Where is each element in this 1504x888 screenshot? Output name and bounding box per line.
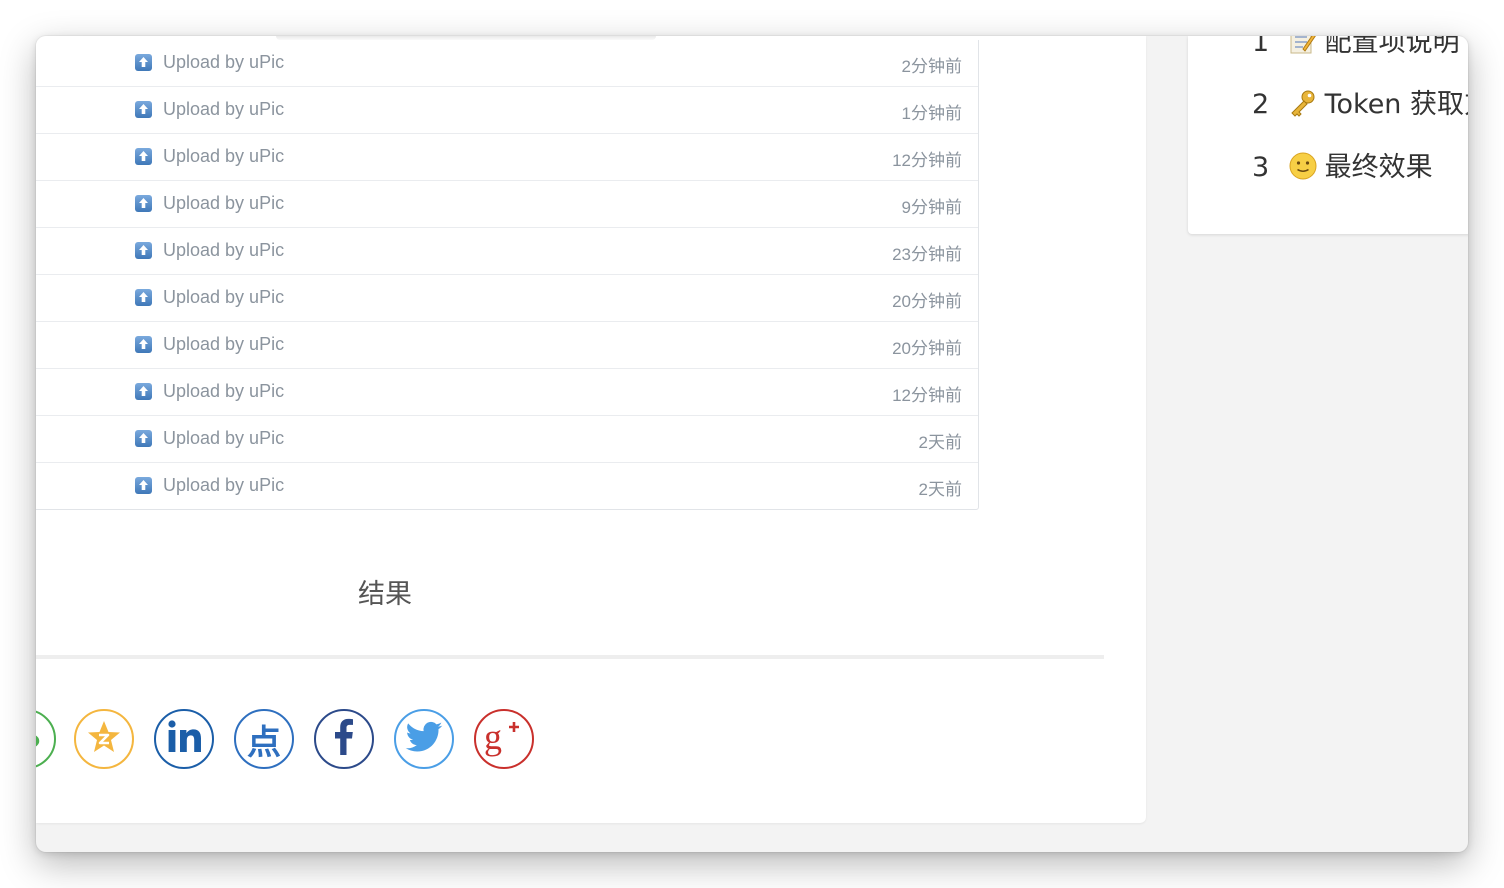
section-divider xyxy=(36,655,1104,659)
toc-item[interactable]: 2 Token 获取方 xyxy=(1252,82,1468,121)
commit-message[interactable]: Upload by uPic xyxy=(163,52,284,73)
commit-time: 2天前 xyxy=(918,433,962,452)
commit-time: 2天前 xyxy=(918,480,962,499)
commit-time: 20分钟前 xyxy=(892,339,962,358)
upload-icon xyxy=(135,430,152,447)
browser-window: Upload by uPic 2分钟前 Upload by uPic 1分钟前 … xyxy=(36,36,1468,852)
commit-message[interactable]: Upload by uPic xyxy=(163,287,284,308)
image-caption: 结果 xyxy=(358,579,412,610)
commit-time: 9分钟前 xyxy=(901,198,962,217)
share-diandian-button[interactable]: 点 xyxy=(234,709,294,769)
toc-number: 2 xyxy=(1252,89,1270,120)
commit-message[interactable]: Upload by uPic xyxy=(163,99,284,120)
twitter-bird-icon xyxy=(404,717,444,761)
google-plus-icon: g xyxy=(482,717,526,761)
upload-icon xyxy=(135,336,152,353)
smile-icon xyxy=(1289,152,1319,180)
commit-message[interactable]: Upload by uPic xyxy=(163,381,284,402)
commit-message[interactable]: Upload by uPic xyxy=(163,475,284,496)
toc-number: 3 xyxy=(1252,152,1270,183)
share-google-plus-button[interactable]: g xyxy=(474,709,534,769)
toc-item[interactable]: 3 最终效果 xyxy=(1252,145,1433,184)
facebook-icon xyxy=(324,717,364,761)
diandian-icon: 点 xyxy=(247,722,281,763)
share-qzone-button[interactable] xyxy=(74,709,134,769)
commit-list: Upload by uPic 2分钟前 Upload by uPic 1分钟前 … xyxy=(36,40,979,510)
upload-icon xyxy=(135,101,152,118)
upload-icon xyxy=(135,289,152,306)
upload-icon xyxy=(135,195,152,212)
commit-time: 23分钟前 xyxy=(892,245,962,264)
linkedin-icon xyxy=(164,717,204,761)
share-linkedin-button[interactable] xyxy=(154,709,214,769)
share-wechat-button[interactable] xyxy=(36,709,56,769)
share-facebook-button[interactable] xyxy=(314,709,374,769)
commit-time: 20分钟前 xyxy=(892,292,962,311)
commit-row[interactable]: Upload by uPic 1分钟前 xyxy=(36,87,978,134)
commit-time: 1分钟前 xyxy=(901,104,962,123)
commit-time: 2分钟前 xyxy=(901,57,962,76)
commit-row[interactable]: Upload by uPic 9分钟前 xyxy=(36,181,978,228)
commit-row[interactable]: Upload by uPic 20分钟前 xyxy=(36,322,978,369)
toc-label: Token 获取方 xyxy=(1324,89,1468,120)
upload-icon xyxy=(135,148,152,165)
commit-row[interactable]: Upload by uPic 12分钟前 xyxy=(36,369,978,416)
commit-row[interactable]: Upload by uPic 12分钟前 xyxy=(36,134,978,181)
upload-icon xyxy=(135,477,152,494)
commit-row[interactable]: Upload by uPic 2分钟前 xyxy=(36,40,978,87)
commit-row[interactable]: Upload by uPic 23分钟前 xyxy=(36,228,978,275)
svg-text:g: g xyxy=(484,717,502,757)
toc-item[interactable]: 1 配置项说明 xyxy=(1252,36,1460,59)
upload-icon xyxy=(135,242,152,259)
toc-label: 最终效果 xyxy=(1324,152,1433,183)
article-card: Upload by uPic 2分钟前 Upload by uPic 1分钟前 … xyxy=(36,36,1146,823)
key-icon xyxy=(1289,89,1319,117)
commit-row[interactable]: Upload by uPic 2天前 xyxy=(36,463,978,509)
commit-time: 12分钟前 xyxy=(892,151,962,170)
toc-number: 1 xyxy=(1252,36,1270,58)
commit-message[interactable]: Upload by uPic xyxy=(163,428,284,449)
toc-label: 配置项说明 xyxy=(1324,36,1460,58)
commit-message[interactable]: Upload by uPic xyxy=(163,334,284,355)
memo-icon xyxy=(1289,36,1319,55)
upload-icon xyxy=(135,383,152,400)
commit-row[interactable]: Upload by uPic 2天前 xyxy=(36,416,978,463)
qzone-star-icon xyxy=(85,718,123,760)
commit-row[interactable]: Upload by uPic 20分钟前 xyxy=(36,275,978,322)
commit-message[interactable]: Upload by uPic xyxy=(163,193,284,214)
share-twitter-button[interactable] xyxy=(394,709,454,769)
commit-message[interactable]: Upload by uPic xyxy=(163,240,284,261)
upload-icon xyxy=(135,54,152,71)
commit-time: 12分钟前 xyxy=(892,386,962,405)
commit-message[interactable]: Upload by uPic xyxy=(163,146,284,167)
wechat-icon xyxy=(36,719,44,759)
table-of-contents: 1 配置项说明 2 Token 获取方 3 最终效果 xyxy=(1188,36,1468,234)
